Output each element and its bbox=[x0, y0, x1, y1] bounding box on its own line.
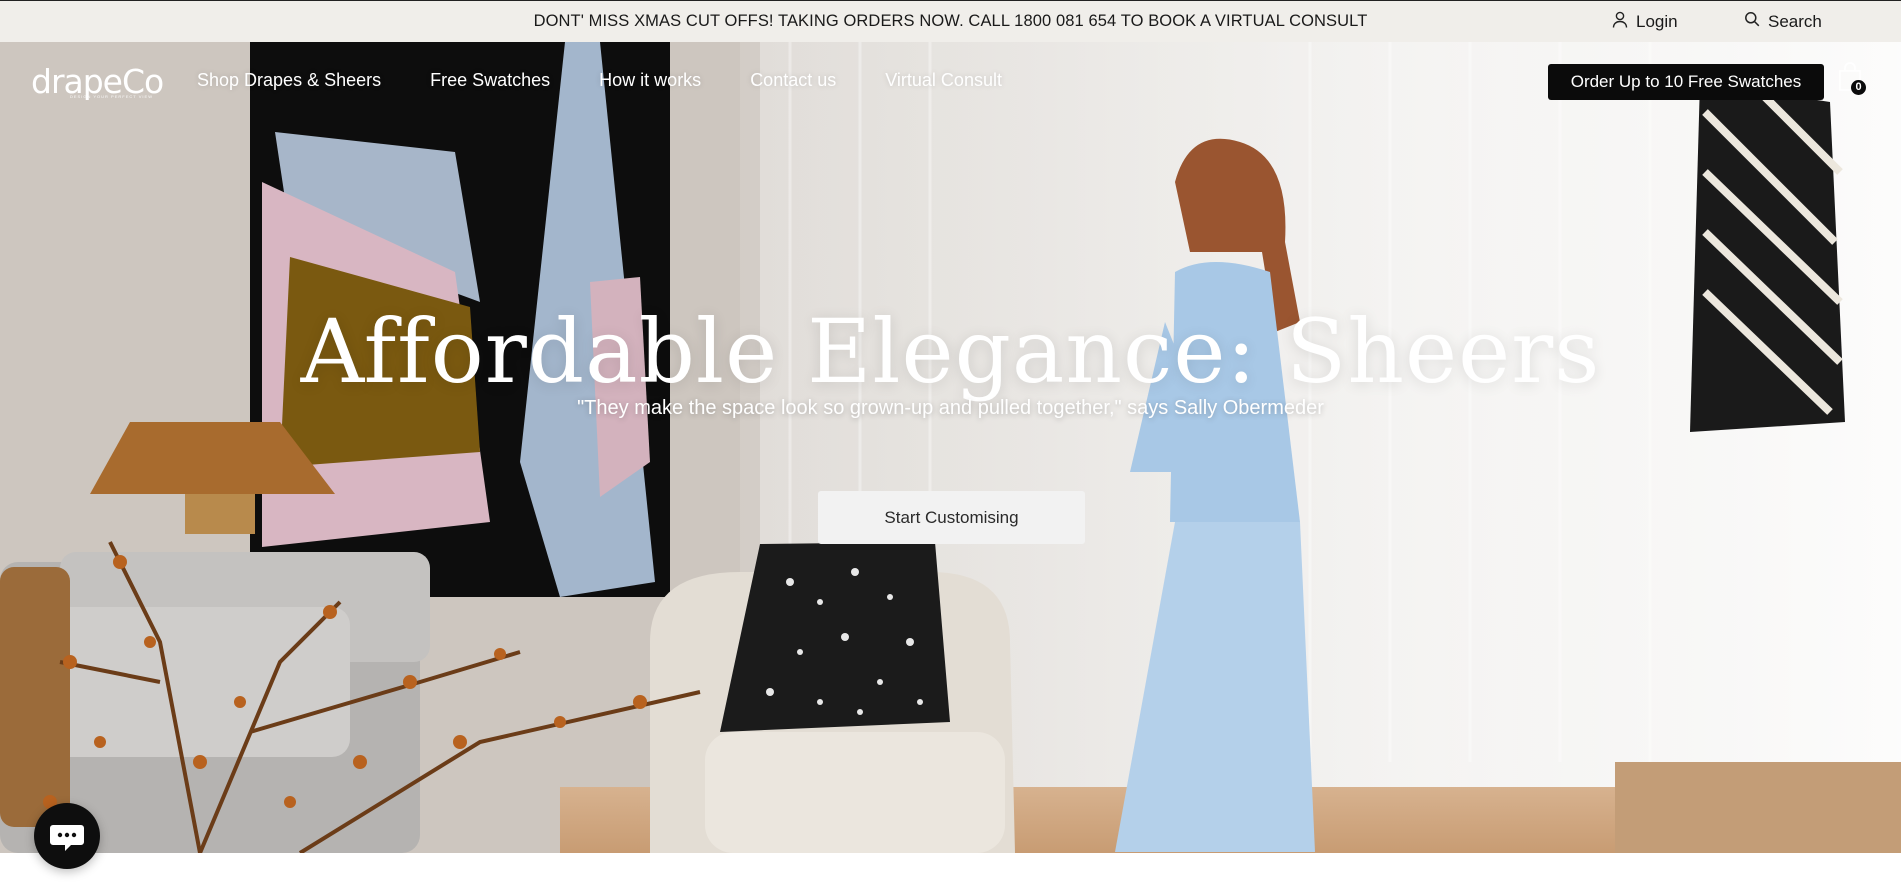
start-customising-button[interactable]: Start Customising bbox=[818, 491, 1085, 544]
main-header: drapeCo DESIGN YOUR PERFECT VIEW Shop Dr… bbox=[0, 42, 1901, 118]
chat-bubble-icon bbox=[34, 825, 100, 873]
cart-count-badge: 0 bbox=[1851, 80, 1866, 95]
hero-headline: Affordable Elegance: Sheers bbox=[300, 300, 1601, 403]
cart-button[interactable]: 0 bbox=[1838, 62, 1868, 98]
hero-quote: "They make the space look so grown-up an… bbox=[577, 397, 1324, 419]
chat-launcher-button[interactable] bbox=[34, 803, 100, 869]
nav-how-it-works[interactable]: How it works bbox=[599, 70, 701, 91]
order-free-swatches-button[interactable]: Order Up to 10 Free Swatches bbox=[1548, 64, 1824, 100]
search-icon bbox=[1744, 11, 1760, 32]
hero-image bbox=[0, 42, 1901, 853]
search-link[interactable]: Search bbox=[1744, 1, 1822, 42]
search-label: Search bbox=[1768, 11, 1822, 31]
nav-virtual-consult[interactable]: Virtual Consult bbox=[885, 70, 1002, 91]
nav-contact-us[interactable]: Contact us bbox=[750, 70, 836, 91]
brand-tagline: DESIGN YOUR PERFECT VIEW bbox=[70, 94, 153, 99]
announcement-bar: DONT' MISS XMAS CUT OFFS! TAKING ORDERS … bbox=[0, 0, 1901, 42]
nav-shop-drapes-sheers[interactable]: Shop Drapes & Sheers bbox=[197, 70, 381, 91]
primary-nav: Shop Drapes & Sheers Free Swatches How i… bbox=[197, 42, 1051, 118]
nav-free-swatches[interactable]: Free Swatches bbox=[430, 70, 550, 91]
hero-banner bbox=[0, 42, 1901, 853]
login-link[interactable]: Login bbox=[1612, 1, 1678, 42]
login-label: Login bbox=[1636, 11, 1678, 31]
user-icon bbox=[1612, 11, 1628, 33]
